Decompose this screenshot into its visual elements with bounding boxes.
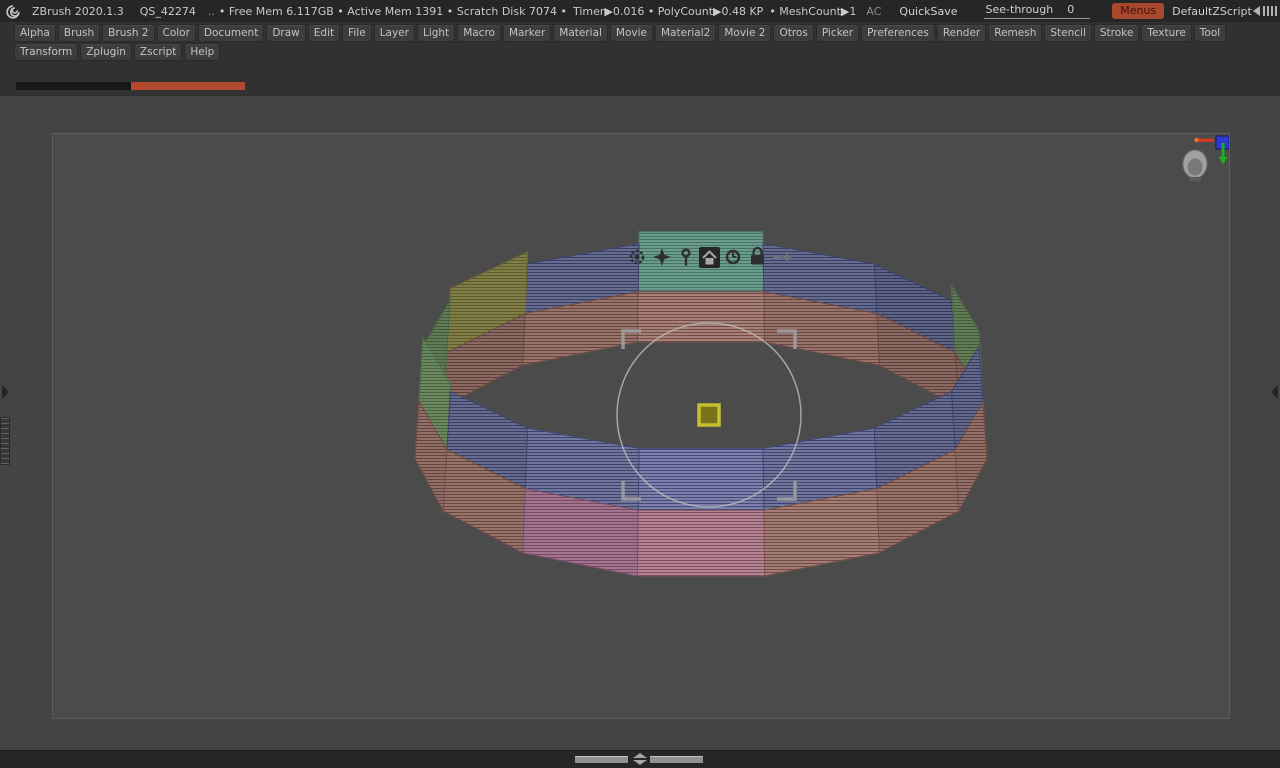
menu-tool[interactable]: Tool: [1194, 24, 1226, 42]
menu-picker[interactable]: Picker: [816, 24, 859, 42]
default-zscript-button[interactable]: DefaultZScript: [1172, 5, 1252, 18]
menu-brush[interactable]: Brush: [58, 24, 100, 42]
menu-material2[interactable]: Material2: [655, 24, 716, 42]
menu-alpha[interactable]: Alpha: [14, 24, 56, 42]
quicksave-button[interactable]: QuickSave: [899, 5, 957, 18]
menu-stroke[interactable]: Stroke: [1094, 24, 1139, 42]
menu-preferences[interactable]: Preferences: [861, 24, 935, 42]
memory-load-bar-fill: [131, 82, 245, 90]
menu-marker[interactable]: Marker: [503, 24, 551, 42]
menu-otros[interactable]: Otros: [773, 24, 813, 42]
left-tray-arrow-icon[interactable]: [2, 385, 9, 399]
menu-color[interactable]: Color: [157, 24, 196, 42]
memory-load-bar: [16, 82, 245, 90]
nav-axis-y-arrow-icon: [1219, 157, 1228, 165]
perf-stats: Timer▶0.016 • PolyCount▶0.48 KP: [573, 5, 763, 18]
menu-transform[interactable]: Transform: [14, 43, 78, 61]
menu-layer[interactable]: Layer: [374, 24, 415, 42]
menu-movie-2[interactable]: Movie 2: [718, 24, 771, 42]
canvas-area[interactable]: [0, 96, 1280, 751]
menu-zscript[interactable]: Zscript: [134, 43, 182, 61]
app-version: ZBrush 2020.1.3: [32, 5, 124, 18]
menu-zplugin[interactable]: Zplugin: [80, 43, 132, 61]
nav-axis-x-icon[interactable]: [1198, 139, 1214, 142]
ac-label: AC: [866, 5, 881, 18]
menu-texture[interactable]: Texture: [1141, 24, 1191, 42]
menu-render[interactable]: Render: [937, 24, 986, 42]
menu-movie[interactable]: Movie: [610, 24, 653, 42]
decrease-draw-size-icon[interactable]: [1252, 5, 1278, 17]
menu-row-2: Transform Zplugin Zscript Help: [14, 43, 222, 61]
home-icon[interactable]: [699, 247, 720, 268]
nav-neck-icon: [1189, 177, 1201, 182]
menu-draw[interactable]: Draw: [266, 24, 305, 42]
see-through-label: See-through: [986, 3, 1054, 16]
hscroll-right-bar[interactable]: [650, 756, 703, 763]
menu-edit[interactable]: Edit: [308, 24, 340, 42]
menu-file[interactable]: File: [342, 24, 372, 42]
see-through-value: 0: [1067, 3, 1074, 16]
header: ZBrush 2020.1.3 QS_42274 .. • Free Mem 6…: [0, 0, 1280, 96]
memory-stats: • Free Mem 6.117GB • Active Mem 1391 • S…: [219, 5, 567, 18]
menu-remesh[interactable]: Remesh: [988, 24, 1042, 42]
scroll-down-arrow-icon[interactable]: [633, 760, 647, 765]
menu-brush-2[interactable]: Brush 2: [102, 24, 154, 42]
hscroll-left-bar[interactable]: [575, 756, 628, 763]
scroll-up-arrow-icon[interactable]: [633, 753, 647, 758]
zbrush-logo-icon: [4, 3, 22, 20]
left-tray-drag-handle[interactable]: [0, 417, 10, 465]
see-through-slider[interactable]: See-through 0: [984, 3, 1091, 19]
document-viewport[interactable]: [52, 133, 1230, 719]
bottom-scrollbar: [0, 750, 1280, 768]
viewport-3d[interactable]: [53, 134, 1229, 718]
menu-material[interactable]: Material: [553, 24, 608, 42]
menus-button[interactable]: Menus: [1112, 3, 1164, 19]
zbrush-window: ZBrush 2020.1.3 QS_42274 .. • Free Mem 6…: [0, 0, 1280, 768]
menu-document[interactable]: Document: [198, 24, 264, 42]
gizmo-center-square[interactable]: [699, 405, 719, 425]
camera-nav-widget[interactable]: [1183, 136, 1229, 182]
right-tray-arrow-icon[interactable]: [1271, 385, 1278, 399]
titlebar: ZBrush 2020.1.3 QS_42274 .. • Free Mem 6…: [0, 0, 1280, 22]
ellipsis: ..: [208, 5, 215, 18]
menu-row-1: Alpha Brush Brush 2 Color Document Draw …: [14, 24, 1228, 42]
menu-macro[interactable]: Macro: [457, 24, 501, 42]
menu-light[interactable]: Light: [417, 24, 455, 42]
mesh-stats: • MeshCount▶1: [769, 5, 856, 18]
menu-help[interactable]: Help: [184, 43, 220, 61]
nav-face-icon: [1188, 159, 1203, 176]
titlebar-icons: [1252, 4, 1280, 18]
project-name: QS_42274: [140, 5, 196, 18]
nav-axis-origin-icon: [1194, 138, 1198, 142]
menu-stencil[interactable]: Stencil: [1044, 24, 1092, 42]
